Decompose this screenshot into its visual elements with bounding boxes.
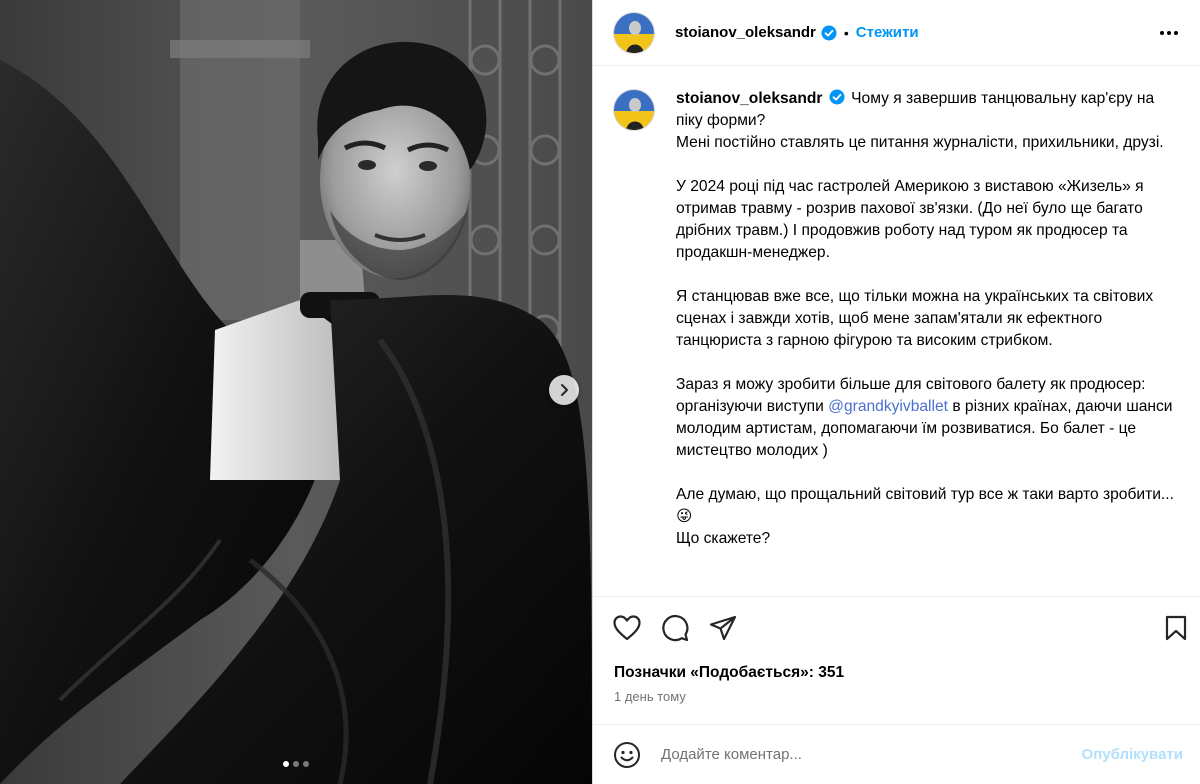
carousel-dot (283, 761, 289, 767)
likes-count[interactable]: Позначки «Подобається»: 351 (614, 664, 844, 682)
avatar[interactable] (613, 11, 655, 54)
post-panel: stoianov_oleksandr • Стежити stoianov_ol… (592, 0, 1200, 784)
caption-avatar[interactable] (613, 89, 655, 131)
carousel-dot (293, 761, 299, 767)
caption-text: stoianov_oleksandr Чому я завершив танцю… (676, 88, 1181, 550)
next-image-button[interactable] (549, 375, 579, 405)
follow-button[interactable]: Стежити (856, 24, 919, 41)
like-button[interactable] (613, 614, 641, 641)
caption-text-span: Але думаю, що прощальний світовий тур вс… (676, 486, 1174, 503)
caption-paragraph-6: Що скажете? (676, 530, 771, 547)
chevron-right-icon (561, 384, 568, 396)
bookmark-icon (1165, 615, 1187, 640)
post-photo[interactable] (0, 0, 592, 784)
post-header: stoianov_oleksandr • Стежити (593, 0, 1200, 66)
action-bar (593, 596, 1200, 658)
emoji-icon (614, 741, 640, 768)
comment-bar: Опублікувати (593, 724, 1200, 784)
more-options-icon[interactable] (1154, 25, 1184, 41)
caption-line-2: Мені постійно ставлять це питання журнал… (676, 134, 1164, 151)
carousel-dot (303, 761, 309, 767)
share-icon (709, 615, 737, 640)
caption-paragraph-4: Зараз я можу зробити більше для світовог… (676, 374, 1181, 462)
save-button[interactable] (1165, 615, 1187, 641)
verified-badge-icon (829, 89, 845, 105)
verified-badge-icon (821, 25, 837, 41)
comment-icon (662, 614, 689, 641)
header-separator: • (843, 24, 849, 41)
caption-username[interactable]: stoianov_oleksandr (676, 90, 822, 107)
share-button[interactable] (709, 615, 737, 641)
emoji-button[interactable] (613, 741, 641, 769)
post-timestamp[interactable]: 1 день тому (614, 689, 686, 704)
caption-paragraph-5: Але думаю, що прощальний світовий тур вс… (676, 484, 1181, 528)
carousel-indicator (0, 761, 592, 767)
comment-button[interactable] (661, 614, 689, 642)
heart-icon (613, 614, 641, 640)
caption-paragraph-2: У 2024 році під час гастролей Америкою з… (676, 178, 1144, 261)
publish-comment-button[interactable]: Опублікувати (1082, 746, 1183, 763)
likes-number: 351 (818, 664, 845, 681)
header-username[interactable]: stoianov_oleksandr (675, 24, 816, 41)
wink-tongue-emoji: 😜 (676, 508, 693, 525)
photo-image (0, 0, 592, 784)
caption-paragraph-3: Я станцював вже все, що тільки можна на … (676, 288, 1154, 349)
caption-area: stoianov_oleksandr Чому я завершив танцю… (593, 66, 1200, 596)
likes-label: Позначки «Подобається»: (614, 664, 819, 681)
mention-link[interactable]: @grandkyivballet (828, 398, 948, 415)
comment-input[interactable] (661, 746, 1041, 763)
